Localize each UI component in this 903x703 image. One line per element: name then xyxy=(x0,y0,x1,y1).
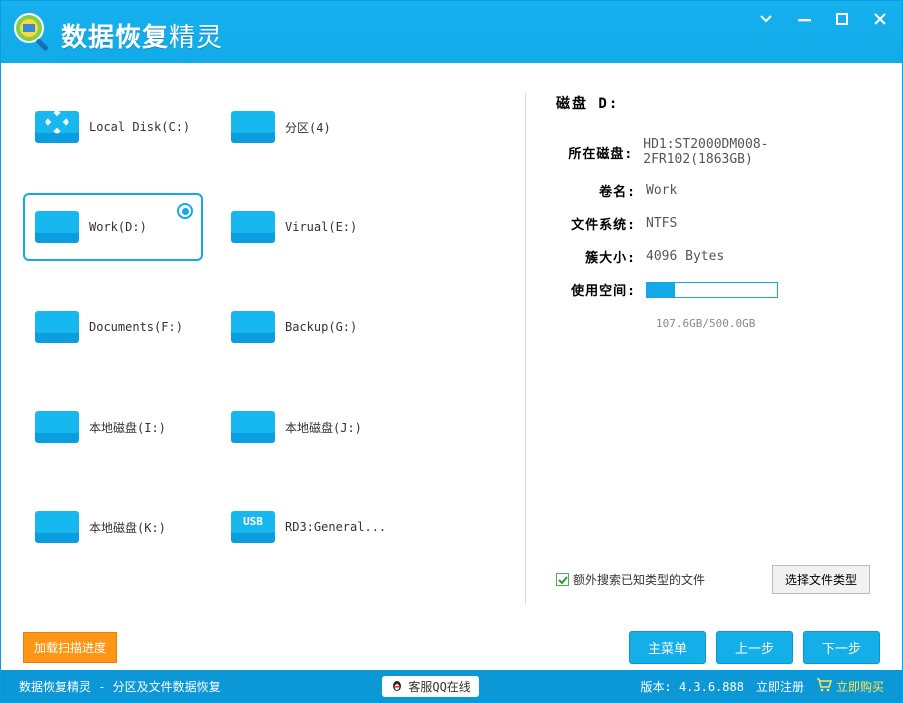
usage-fill xyxy=(647,283,675,297)
usage-bar xyxy=(646,282,778,298)
disk-item[interactable]: Work(D:) xyxy=(23,193,203,261)
minimize-icon[interactable] xyxy=(796,11,812,27)
disk-label: Local Disk(C:) xyxy=(89,120,190,134)
disk-label: Documents(F:) xyxy=(89,320,183,334)
disk-item[interactable]: 本地磁盘(J:) xyxy=(219,393,399,461)
status-left-text: 数据恢复精灵 - 分区及文件数据恢复 xyxy=(19,678,221,695)
disk-item[interactable]: 本地磁盘(I:) xyxy=(23,393,203,461)
disk-drive-icon xyxy=(229,407,277,447)
disk-item[interactable]: Documents(F:) xyxy=(23,293,203,361)
status-bar: 数据恢复精灵 - 分区及文件数据恢复 客服QQ在线 版本: 4.3.6.888 … xyxy=(1,670,902,702)
disk-label: Virual(E:) xyxy=(285,220,357,234)
disk-item[interactable]: Backup(G:) xyxy=(219,293,399,361)
disk-item[interactable]: USB RD3:General... xyxy=(219,493,399,561)
prev-step-button[interactable]: 上一步 xyxy=(716,631,793,664)
disk-drive-icon xyxy=(229,207,277,247)
details-pane: 磁盘 D: 所在磁盘: HD1:ST2000DM008-2FR102(1863G… xyxy=(538,83,880,614)
disk-item[interactable]: 本地磁盘(K:) xyxy=(23,493,203,561)
extra-search-label: 额外搜索已知类型的文件 xyxy=(573,571,705,588)
logo-group: 数据恢复精灵 xyxy=(11,10,223,54)
version-text: 版本: 4.3.6.888 xyxy=(640,678,743,695)
cart-icon xyxy=(816,678,832,695)
value-file-system: NTFS xyxy=(646,216,677,231)
app-title: 数据恢复精灵 xyxy=(61,17,223,47)
label-used-space: 使用空间: xyxy=(556,280,646,299)
select-file-type-button[interactable]: 选择文件类型 xyxy=(772,565,870,594)
disk-item[interactable]: Virual(E:) xyxy=(219,193,399,261)
disk-drive-icon xyxy=(33,507,81,547)
disk-label: 本地磁盘(J:) xyxy=(285,419,362,436)
register-link[interactable]: 立即注册 xyxy=(756,678,804,695)
content-area: Local Disk(C:) 分区(4) Work(D:) Virual(E:) Doc… xyxy=(1,63,902,624)
disk-drive-icon xyxy=(33,107,81,147)
disk-label: 本地磁盘(I:) xyxy=(89,419,166,436)
disk-drive-icon xyxy=(229,307,277,347)
app-window: 数据恢复精灵 Local Disk(C:) 分区(4) Work(D:) Virual… xyxy=(0,0,903,703)
value-physical-disk: HD1:ST2000DM008-2FR102(1863GB) xyxy=(643,137,870,167)
close-icon[interactable] xyxy=(872,11,888,27)
vertical-separator xyxy=(525,93,526,604)
disk-label: 分区(4) xyxy=(285,119,331,136)
extra-search-checkbox[interactable]: 额外搜索已知类型的文件 xyxy=(556,571,705,588)
title-bar: 数据恢复精灵 xyxy=(1,1,902,63)
disk-list: Local Disk(C:) 分区(4) Work(D:) Virual(E:) Doc… xyxy=(23,83,513,614)
disk-label: Work(D:) xyxy=(89,220,147,234)
disk-item[interactable]: Local Disk(C:) xyxy=(23,93,203,161)
disk-item[interactable]: 分区(4) xyxy=(219,93,399,161)
disk-label: RD3:General... xyxy=(285,520,386,534)
value-used-space xyxy=(646,282,778,298)
status-right: 版本: 4.3.6.888 立即注册 立即购买 xyxy=(640,678,884,695)
svg-text:USB: USB xyxy=(243,515,263,528)
action-bar: 加载扫描进度 主菜单 上一步 下一步 xyxy=(1,624,902,670)
usage-text: 107.6GB/500.0GB xyxy=(656,317,870,330)
disk-drive-icon xyxy=(229,107,277,147)
qq-support-label: 客服QQ在线 xyxy=(408,678,470,695)
disk-drive-icon xyxy=(33,207,81,247)
next-step-button[interactable]: 下一步 xyxy=(803,631,880,664)
window-controls xyxy=(758,11,888,27)
load-scan-progress-button[interactable]: 加载扫描进度 xyxy=(23,632,117,663)
disk-label: Backup(G:) xyxy=(285,320,357,334)
maximize-icon[interactable] xyxy=(834,11,850,27)
main-menu-button[interactable]: 主菜单 xyxy=(629,631,706,664)
details-title: 磁盘 D: xyxy=(556,93,870,113)
selected-radio-icon xyxy=(177,203,193,219)
app-title-main: 数据恢复 xyxy=(61,23,169,53)
disk-drive-icon: USB xyxy=(229,507,277,547)
value-volume-name: Work xyxy=(646,183,677,198)
disk-label: 本地磁盘(K:) xyxy=(89,519,166,536)
qq-penguin-icon xyxy=(390,678,404,695)
label-physical-disk: 所在磁盘: xyxy=(556,143,643,162)
disk-drive-icon xyxy=(33,307,81,347)
dropdown-icon[interactable] xyxy=(758,11,774,27)
label-volume-name: 卷名: xyxy=(556,181,646,200)
details-bottom-bar: 额外搜索已知类型的文件 选择文件类型 xyxy=(556,565,870,614)
label-cluster-size: 簇大小: xyxy=(556,247,646,266)
label-file-system: 文件系统: xyxy=(556,214,646,233)
buy-now-link[interactable]: 立即购买 xyxy=(816,678,884,695)
value-cluster-size: 4096 Bytes xyxy=(646,249,724,264)
qq-support-button[interactable]: 客服QQ在线 xyxy=(382,676,478,697)
checkbox-check-icon xyxy=(556,573,569,586)
disk-drive-icon xyxy=(33,407,81,447)
app-title-accent: 精灵 xyxy=(169,23,223,53)
app-logo-icon xyxy=(11,10,55,54)
